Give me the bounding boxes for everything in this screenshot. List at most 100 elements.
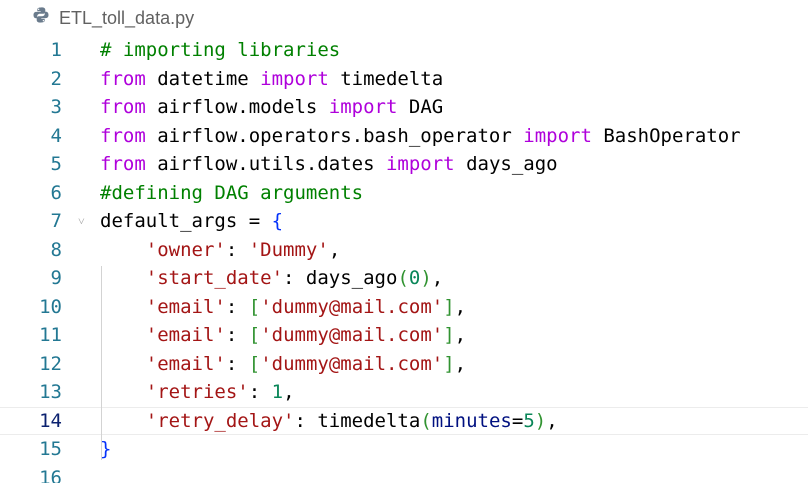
code-token: , [454, 352, 467, 375]
code-token: # importing libraries [100, 39, 341, 61]
code-line[interactable]: 7 ˅ default_args = { [0, 207, 808, 236]
line-number: 15 [39, 438, 62, 460]
line-number: 7 [50, 210, 62, 232]
code-token: , [454, 295, 467, 318]
line-number: 6 [50, 181, 62, 204]
line-text: 'owner': 'Dummy', [100, 236, 341, 265]
code-token: : timedelta [294, 409, 421, 432]
line-text: 'email': ['dummy@mail.com'], [100, 293, 466, 322]
code-token: : [225, 352, 249, 375]
code-token: 'start_date' [145, 267, 284, 289]
line-number: 13 [39, 381, 62, 403]
line-text: 'start_date': days_ago(0), [100, 264, 443, 293]
code-token: 'email' [145, 295, 226, 318]
code-token: from [100, 124, 146, 147]
line-number: 14 [39, 409, 62, 432]
code-token: [ [248, 295, 261, 318]
code-token: 'owner' [145, 238, 226, 261]
line-number: 16 [39, 466, 62, 483]
code-lines[interactable]: 1 # importing libraries 2 from datetime imp… [0, 36, 808, 483]
indent-guide [101, 266, 102, 460]
code-token: { [271, 210, 284, 232]
line-number: 4 [50, 124, 62, 147]
code-token: minutes [431, 409, 512, 432]
code-token: ] [443, 352, 455, 375]
code-token: [ [248, 324, 261, 346]
line-number: 10 [39, 295, 62, 318]
code-token: import [260, 67, 329, 90]
line-number: 5 [50, 153, 62, 175]
code-token: airflow.operators.bash_operator [145, 124, 524, 147]
code-token: 'email' [145, 324, 226, 346]
code-token: import [385, 153, 455, 175]
breadcrumb[interactable]: ETL_toll_data.py [0, 0, 808, 36]
code-token: = [511, 409, 524, 432]
code-token: 'dummy@mail.com' [260, 352, 444, 375]
code-line[interactable]: 5 from airflow.utils.dates import days_ag… [0, 150, 808, 179]
code-line[interactable]: 12 'email': ['dummy@mail.com'], [0, 350, 808, 379]
line-text: #defining DAG arguments [100, 179, 363, 208]
code-token: 5 [523, 409, 535, 432]
code-line[interactable]: 15} [0, 435, 808, 464]
code-line[interactable]: 2 from datetime import timedelta [0, 65, 808, 94]
code-line[interactable]: 14 'retry_delay': timedelta(minutes=5), [0, 406, 808, 435]
fold-chevron-icon[interactable]: ˅ [78, 207, 85, 236]
code-token: from [100, 67, 146, 90]
code-token: : days_ago [283, 267, 398, 289]
code-token: airflow.models [145, 96, 329, 118]
code-token: import [523, 124, 592, 147]
code-line[interactable]: 10 'email': ['dummy@mail.com'], [0, 293, 808, 322]
code-token: 1 [271, 381, 284, 403]
line-text: 'email': ['dummy@mail.com'], [100, 321, 466, 350]
code-token: : [248, 381, 272, 403]
line-number: 9 [50, 267, 62, 289]
line-text: 'retries': 1, [100, 378, 295, 407]
code-line[interactable]: 6 #defining DAG arguments [0, 179, 808, 208]
code-token: 'email' [145, 352, 226, 375]
code-token: : [225, 295, 249, 318]
code-line[interactable]: 16 [0, 464, 808, 483]
line-text: from datetime import timedelta [100, 65, 443, 94]
code-token: : [225, 324, 249, 346]
code-token: ( [420, 409, 432, 432]
code-token: airflow.utils.dates [145, 153, 386, 175]
code-token: 0 [408, 267, 421, 289]
line-text: # importing libraries [100, 36, 340, 65]
line-number: 2 [50, 67, 62, 90]
code-line[interactable]: 8 'owner': 'Dummy', [0, 236, 808, 265]
code-line[interactable]: 13 'retries': 1, [0, 378, 808, 407]
code-line[interactable]: 1 # importing libraries [0, 36, 808, 65]
python-icon [32, 6, 50, 24]
code-token: [ [248, 352, 261, 375]
code-token: 'dummy@mail.com' [260, 295, 444, 318]
code-token: BashOperator [591, 124, 741, 147]
code-token: 'dummy@mail.com' [260, 324, 444, 346]
code-token: 'retries' [145, 381, 249, 403]
line-number: 3 [50, 96, 62, 118]
code-token: DAG [397, 96, 444, 118]
line-text: from airflow.utils.dates import days_ago [100, 150, 558, 179]
code-editor[interactable]: ETL_toll_data.py 1 # importing libraries 2… [0, 0, 808, 483]
code-line[interactable]: 3 from airflow.models import DAG [0, 93, 808, 122]
code-line[interactable]: 9 'start_date': days_ago(0), [0, 264, 808, 293]
code-token: import [328, 96, 398, 118]
code-token: timedelta [328, 67, 444, 90]
code-token: from [100, 153, 146, 175]
line-text: from airflow.models import DAG [100, 93, 443, 122]
code-line[interactable]: 11 'email': ['dummy@mail.com'], [0, 321, 808, 350]
code-token: , [454, 324, 467, 346]
filename-label: ETL_toll_data.py [59, 7, 195, 28]
code-token: ] [443, 295, 455, 318]
code-token: days_ago [454, 153, 558, 175]
line-number: 8 [50, 238, 62, 261]
code-line[interactable]: 4 from airflow.operators.bash_operator im… [0, 122, 808, 151]
line-text: 'retry_delay': timedelta(minutes=5), [100, 408, 558, 435]
line-number: 12 [39, 352, 62, 375]
